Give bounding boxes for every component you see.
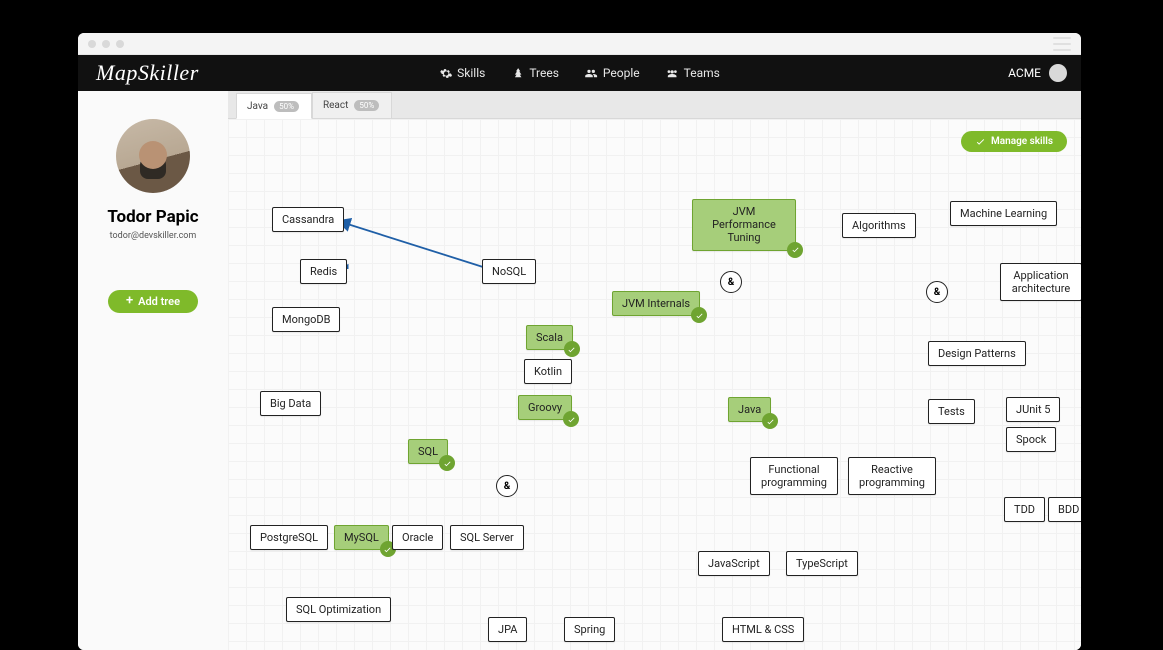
node-jvm-perf[interactable]: JVM Performance Tuning — [692, 199, 796, 251]
add-tree-button[interactable]: +Add tree — [108, 290, 198, 313]
node-oracle[interactable]: Oracle — [392, 525, 443, 550]
node-spock[interactable]: Spock — [1006, 427, 1056, 452]
tab-react[interactable]: React50% — [312, 92, 392, 118]
window-controls[interactable] — [88, 40, 124, 48]
node-reactive[interactable]: Reactive programming — [848, 457, 936, 495]
user-name: Todor Papic — [78, 207, 228, 227]
nav-skills[interactable]: Skills — [439, 66, 485, 80]
node-htmlcss[interactable]: HTML & CSS — [722, 617, 804, 642]
node-ml[interactable]: Machine Learning — [950, 201, 1057, 226]
manage-skills-button[interactable]: Manage skills — [961, 131, 1067, 152]
node-kotlin[interactable]: Kotlin — [524, 359, 572, 384]
check-icon — [691, 307, 707, 323]
check-icon — [787, 242, 803, 258]
node-javascript[interactable]: JavaScript — [698, 551, 770, 576]
teams-icon — [666, 67, 679, 80]
skill-canvas[interactable]: Manage skills — [228, 119, 1081, 650]
node-designpatterns[interactable]: Design Patterns — [928, 341, 1026, 366]
node-postgres[interactable]: PostgreSQL — [250, 525, 328, 550]
tab-java[interactable]: Java50% — [236, 93, 312, 119]
node-sqlserver[interactable]: SQL Server — [450, 525, 524, 550]
node-algorithms[interactable]: Algorithms — [842, 213, 916, 238]
tab-percent-badge: 50% — [274, 101, 299, 112]
top-nav: MapSkiller Skills Trees People Teams ACM… — [78, 55, 1081, 91]
node-nosql[interactable]: NoSQL — [482, 259, 536, 284]
window-dot[interactable] — [88, 40, 96, 48]
account-menu[interactable]: ACME — [1008, 64, 1067, 82]
tree-icon — [511, 67, 524, 80]
nav-people[interactable]: People — [585, 66, 640, 80]
brand-logo: MapSkiller — [96, 60, 199, 86]
window-dot[interactable] — [102, 40, 110, 48]
graph-edges — [228, 119, 528, 269]
check-icon — [563, 411, 579, 427]
nav-trees[interactable]: Trees — [511, 66, 559, 80]
tab-percent-badge: 50% — [354, 100, 379, 111]
node-sqlopt[interactable]: SQL Optimization — [286, 597, 391, 622]
node-functional[interactable]: Functional programming — [750, 457, 838, 495]
node-sql[interactable]: SQL — [408, 439, 448, 464]
node-jvm-internals[interactable]: JVM Internals — [612, 291, 700, 316]
node-bigdata[interactable]: Big Data — [260, 391, 321, 416]
node-mongodb[interactable]: MongoDB — [272, 307, 340, 332]
account-avatar-icon — [1049, 64, 1067, 82]
tab-bar: Java50% React50% — [228, 91, 1081, 119]
node-typescript[interactable]: TypeScript — [786, 551, 858, 576]
window-titlebar — [78, 33, 1081, 55]
check-icon — [975, 136, 986, 147]
app-window: MapSkiller Skills Trees People Teams ACM… — [78, 33, 1081, 650]
node-tests[interactable]: Tests — [928, 399, 975, 424]
node-redis[interactable]: Redis — [300, 259, 347, 284]
node-jpa[interactable]: JPA — [488, 617, 527, 642]
account-name: ACME — [1008, 66, 1041, 80]
and-node[interactable]: & — [926, 281, 948, 303]
node-mysql[interactable]: MySQL — [334, 525, 389, 550]
hamburger-icon[interactable] — [1053, 37, 1071, 51]
check-icon — [762, 413, 778, 429]
node-scala[interactable]: Scala — [526, 325, 573, 350]
node-cassandra[interactable]: Cassandra — [272, 207, 344, 232]
node-junit[interactable]: JUnit 5 — [1006, 397, 1060, 422]
node-tdd[interactable]: TDD — [1004, 497, 1045, 522]
cog-icon — [439, 67, 452, 80]
user-email: todor@devskiller.com — [78, 231, 228, 241]
people-icon — [585, 67, 598, 80]
main-area: Java50% React50% Manage skills — [228, 91, 1081, 650]
check-icon — [564, 341, 580, 357]
nav-teams[interactable]: Teams — [666, 66, 720, 80]
sidebar: Todor Papic todor@devskiller.com +Add tr… — [78, 91, 228, 650]
user-avatar[interactable] — [116, 119, 190, 193]
node-java[interactable]: Java — [728, 397, 771, 422]
node-groovy[interactable]: Groovy — [518, 395, 572, 420]
and-node[interactable]: & — [720, 271, 742, 293]
window-dot[interactable] — [116, 40, 124, 48]
and-node[interactable]: & — [496, 475, 518, 497]
node-apparch[interactable]: Application architecture — [1000, 263, 1081, 301]
node-spring[interactable]: Spring — [564, 617, 615, 642]
node-bdd[interactable]: BDD — [1048, 497, 1081, 522]
check-icon — [439, 455, 455, 471]
